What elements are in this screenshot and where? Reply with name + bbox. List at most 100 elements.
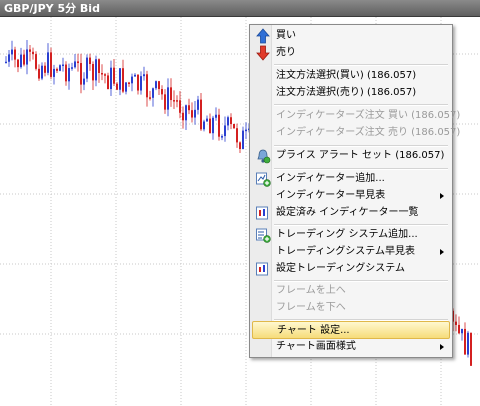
candle-body [53,68,55,77]
menu-item-frame-down: フレームを下へ [276,302,346,313]
menu-separator [274,104,448,106]
candle-body [227,117,229,126]
candle-body [68,68,70,82]
arrow-up-icon [256,28,270,44]
menu-item-chart-settings[interactable]: チャート 設定... [252,321,450,339]
candle-body [47,52,49,73]
candle-body [14,49,16,60]
candle-body [56,68,58,71]
candle-body [188,105,190,111]
candle-body [236,128,238,143]
candle-body [233,123,235,129]
candle-body [209,118,211,134]
candle-body [146,74,148,98]
alert-bell-icon [257,149,271,164]
candle-body [230,117,232,124]
chart-title: GBP/JPY 5分 Bid [4,2,100,15]
candle-body [26,49,28,65]
candle-body [74,61,76,68]
candle-body [161,89,163,95]
candle-body [92,64,94,81]
menu-item-trading-system-settings[interactable]: 設定トレーディングシステム [252,260,450,278]
candle-body [140,76,142,91]
candle-body [86,57,88,79]
context-menu: 買い 売り 注文方法選択(買い) (186.057) 注文方法選択(売り) (1… [249,24,461,358]
candle-body [23,54,25,65]
candle-body [83,78,85,85]
candle-body [455,321,457,325]
candle-body [173,100,175,102]
candle-body [5,61,7,64]
candle-body [215,114,217,118]
menu-item-chart-style[interactable]: チャート画面様式 [252,338,450,356]
submenu-arrow-icon [440,249,444,255]
candle-body [191,110,193,118]
candle-body [164,94,166,110]
candle-body [89,57,91,65]
candle-body [122,68,124,92]
candle-body [113,67,115,84]
system-list-icon [256,262,268,276]
candle-body [131,76,133,84]
menu-item-trading-system-quick-list[interactable]: トレーディングシステム早見表 [252,243,450,261]
candle-body [221,136,223,138]
candle-body [50,52,52,77]
menu-item-add-indicator[interactable]: インディケーター追加... [252,170,450,188]
candle-body [107,75,109,90]
candle-body [44,65,46,73]
candle-body [203,121,205,130]
candle-body [98,59,100,73]
arrow-down-icon [256,45,270,61]
add-indicator-icon [256,172,271,187]
submenu-arrow-icon [440,193,444,199]
candle-body [71,67,73,69]
candle-body [128,82,130,84]
candle-body [200,99,202,130]
candle-body [8,54,10,62]
candle-body [179,100,181,113]
candle-body [62,64,64,67]
candle-body [77,61,79,64]
indicator-list-icon [256,206,268,220]
candle-body [149,97,151,99]
candle-body [224,125,226,137]
menu-item-frame-up: フレームを上へ [276,285,346,296]
candle-body [242,130,244,150]
menu-item-indicator-order-sell: インディケーターズ注文 売り (186.057) [276,127,461,138]
candle-body [194,109,196,118]
candle-body [155,81,157,89]
candle-body [470,332,472,366]
candle-body [29,49,31,52]
menu-item-price-alert[interactable]: プライス アラート セット (186.057) [252,147,450,165]
candle-body [35,54,37,69]
chart-title-bar[interactable]: GBP/JPY 5分 Bid [0,0,480,17]
candle-body [17,59,19,68]
add-system-icon [256,228,271,243]
menu-item-indicator-quick-list[interactable]: インディケーター早見表 [252,187,450,205]
candle-body [32,51,34,55]
candle-body [245,129,247,132]
candle-body [110,67,112,90]
candle-body [185,105,187,121]
candle-body [143,74,145,77]
candle-body [464,328,466,355]
candle-body [11,49,13,55]
candle-body [152,88,154,98]
candle-body [95,59,97,81]
menu-item-indicator-order-buy: インディケーターズ注文 買い (186.057) [276,110,461,121]
candle-body [41,65,43,79]
menu-item-sell[interactable]: 売り [252,44,450,62]
candle-body [116,83,118,90]
menu-item-order-sell[interactable]: 注文方法選択(売り) (186.057) [252,84,450,102]
menu-item-order-buy[interactable]: 注文方法選択(買い) (186.057) [252,67,450,85]
menu-item-add-trading-system[interactable]: トレーディング システム追加... [252,226,450,244]
menu-item-buy[interactable]: 買い [252,27,450,45]
candle-body [134,74,136,77]
candle-body [467,332,469,355]
menu-separator [274,64,448,66]
candle-body [182,112,184,121]
candle-body [206,118,208,122]
candle-body [176,100,178,102]
menu-item-indicator-list[interactable]: 設定済み インディケーター一覧 [252,204,450,222]
candle-body [239,142,241,150]
